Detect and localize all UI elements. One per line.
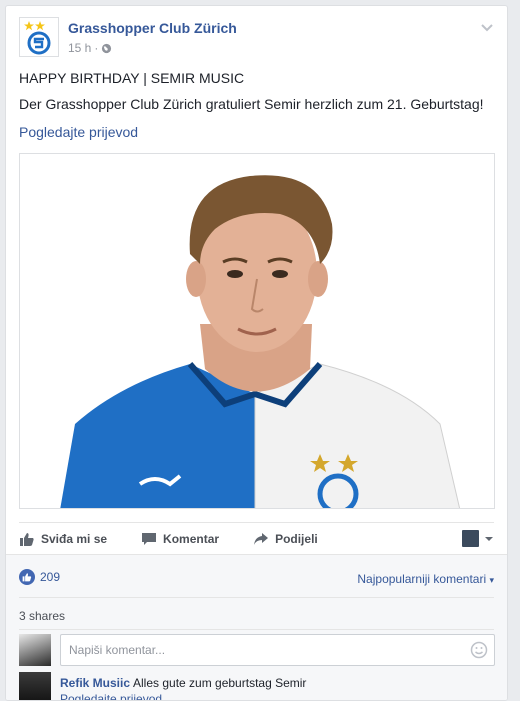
- like-label: Sviđa mi se: [41, 531, 108, 546]
- like-button[interactable]: Sviđa mi se: [19, 531, 107, 547]
- comment-author-link[interactable]: Refik Musiic: [60, 676, 130, 690]
- comment-button[interactable]: Komentar: [141, 531, 219, 547]
- globe-icon[interactable]: [101, 43, 112, 54]
- post-meta: 15 h ·: [68, 41, 112, 55]
- post-body-text: Der Grasshopper Club Zürich gratuliert S…: [19, 96, 484, 112]
- sort-label: Najpopularniji komentari: [357, 572, 487, 586]
- comment-see-translation-link[interactable]: Pogledajte prijevod: [60, 692, 162, 700]
- page-name-link[interactable]: Grasshopper Club Zürich: [68, 20, 237, 36]
- like-count: 209: [40, 570, 61, 584]
- comment-label: Komentar: [163, 531, 220, 546]
- comment-text: Alles gute zum geburtstag Semir: [133, 676, 307, 690]
- club-crest-icon: [24, 21, 51, 55]
- caret-down-icon: [485, 536, 493, 541]
- post-card: Grasshopper Club Zürich 15 h · HAPPY BIR…: [5, 5, 508, 701]
- commenting-as-selector[interactable]: [462, 530, 494, 547]
- post-actions-bar: Sviđa mi se Komentar Podijeli: [19, 522, 494, 554]
- reactions-summary[interactable]: 209: [19, 569, 60, 585]
- see-translation-link[interactable]: Pogledajte prijevod: [19, 124, 138, 140]
- comment-sort-dropdown[interactable]: Najpopularniji komentari ▾: [357, 572, 494, 586]
- post-feedback-section: 209 Najpopularniji komentari ▾ 3 shares …: [6, 554, 507, 700]
- divider: [19, 629, 494, 630]
- post-header: Grasshopper Club Zürich 15 h ·: [19, 17, 495, 61]
- commenter-avatar[interactable]: [19, 672, 51, 700]
- comment-icon: [142, 532, 157, 545]
- like-badge-icon: [19, 569, 35, 585]
- comment-input[interactable]: [60, 634, 495, 666]
- emoji-icon[interactable]: [470, 641, 488, 659]
- share-arrow-icon: [254, 532, 269, 545]
- club-logo[interactable]: [19, 17, 59, 57]
- share-button[interactable]: Podijeli: [253, 531, 318, 547]
- profile-thumbnail: [462, 530, 479, 547]
- meta-separator: ·: [94, 41, 99, 55]
- current-user-avatar[interactable]: [19, 634, 51, 666]
- chevron-down-icon[interactable]: [479, 19, 495, 35]
- sort-caret-icon: ▾: [489, 575, 494, 585]
- post-time[interactable]: 15 h: [68, 41, 91, 55]
- post-photo[interactable]: [19, 153, 495, 509]
- thumbs-up-icon: [20, 532, 34, 546]
- player-photo-illustration: [20, 154, 494, 508]
- divider: [19, 597, 494, 598]
- share-label: Podijeli: [275, 531, 318, 546]
- shares-count-link[interactable]: 3 shares: [19, 609, 65, 623]
- post-title-text: HAPPY BIRTHDAY | SEMIR MUSIC: [19, 70, 245, 86]
